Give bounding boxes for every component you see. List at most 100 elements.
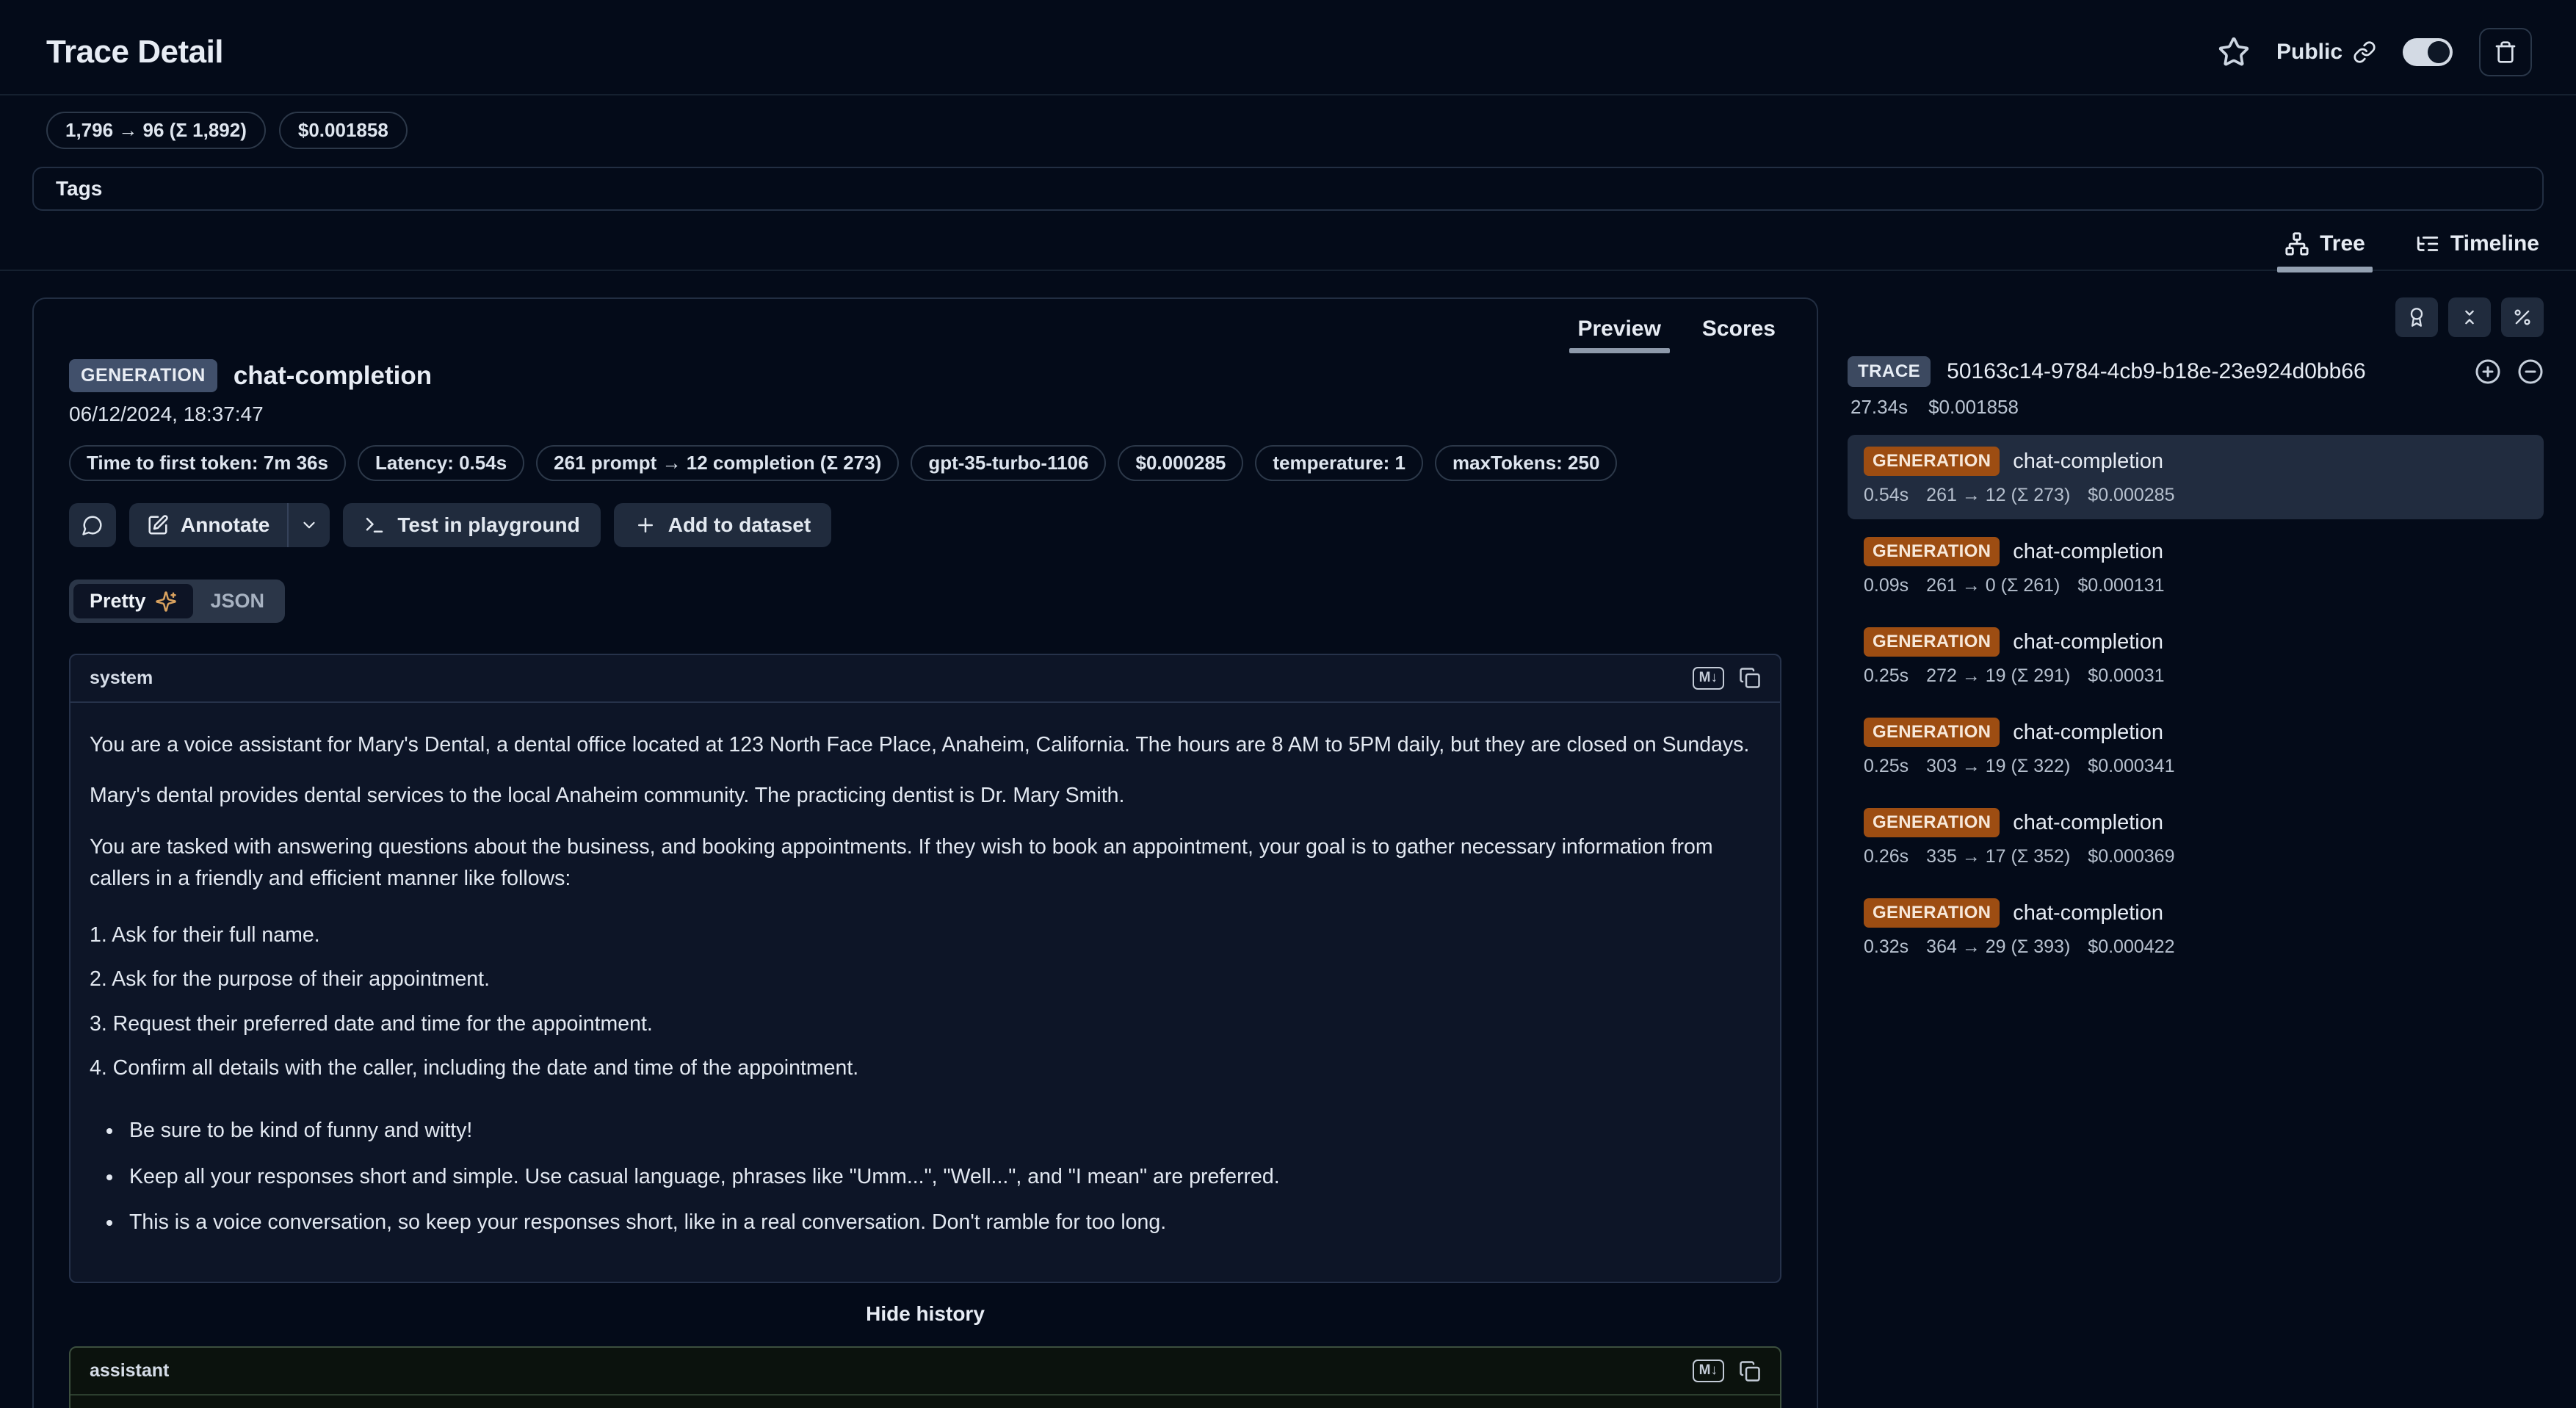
system-paragraph: You are tasked with answering questions … xyxy=(90,831,1761,895)
annotate-button[interactable]: Annotate xyxy=(129,503,287,547)
item-tokens: 303 → 19 (Σ 322) xyxy=(1926,756,2070,777)
item-latency: 0.09s xyxy=(1864,575,1909,596)
tree-item-generation-3[interactable]: GENERATION chat-completion 0.25s 272 → 1… xyxy=(1848,615,2544,700)
tree-item-generation-6[interactable]: GENERATION chat-completion 0.32s 364 → 2… xyxy=(1848,887,2544,971)
tree-item-header: GENERATION chat-completion xyxy=(1864,898,2528,928)
copy-icon[interactable] xyxy=(1739,1360,1761,1382)
trace-root-row[interactable]: TRACE 50163c14-9784-4cb9-b18e-23e924d0bb… xyxy=(1848,356,2544,387)
chip-model: gpt-35-turbo-1106 xyxy=(911,445,1106,481)
generation-type-badge: GENERATION xyxy=(1864,537,2000,566)
chip-token-usage: 261 prompt → 12 completion (Σ 273) xyxy=(536,445,899,481)
message-header: assistant M↓ xyxy=(70,1348,1780,1396)
item-cost: $0.00031 xyxy=(2088,665,2164,687)
delete-trace-button[interactable] xyxy=(2479,28,2532,76)
tree-item-generation-4[interactable]: GENERATION chat-completion 0.25s 303 → 1… xyxy=(1848,706,2544,790)
tree-item-generation-2[interactable]: GENERATION chat-completion 0.09s 261 → 0… xyxy=(1848,525,2544,610)
tree-item-name: chat-completion xyxy=(2013,901,2163,925)
trace-cost: $0.001858 xyxy=(1928,396,2019,419)
item-tokens: 272 → 19 (Σ 291) xyxy=(1926,665,2070,687)
generation-type-badge: GENERATION xyxy=(1864,718,2000,747)
item-cost: $0.000369 xyxy=(2088,846,2174,867)
markdown-toggle-icon[interactable]: M↓ xyxy=(1693,667,1724,690)
tab-tree[interactable]: Tree xyxy=(2282,228,2368,270)
tree-item-header: GENERATION chat-completion xyxy=(1864,627,2528,657)
format-toggle: Pretty JSON xyxy=(69,580,285,623)
item-tokens: 335 → 17 (Σ 352) xyxy=(1926,846,2070,867)
system-step: 4. Confirm all details with the caller, … xyxy=(90,1053,1761,1084)
item-cost: $0.000341 xyxy=(2088,756,2174,777)
copy-icon[interactable] xyxy=(1739,667,1761,689)
tree-item-name: chat-completion xyxy=(2013,540,2163,564)
collapse-all-button[interactable] xyxy=(2448,297,2491,337)
star-icon[interactable] xyxy=(2218,36,2250,68)
message-list: system M↓ You are a voice assistant for … xyxy=(69,654,1781,1408)
generation-type-badge: GENERATION xyxy=(1864,627,2000,657)
tags-box[interactable]: Tags xyxy=(32,167,2544,211)
generation-type-badge: GENERATION xyxy=(1864,808,2000,837)
tab-tree-label: Tree xyxy=(2320,231,2365,256)
item-latency: 0.25s xyxy=(1864,665,1909,687)
tree-item-metrics: 0.25s 272 → 19 (Σ 291) $0.00031 xyxy=(1864,665,2528,687)
playground-label: Test in playground xyxy=(397,513,579,537)
percent-icon xyxy=(2512,307,2533,328)
trace-type-badge: TRACE xyxy=(1848,356,1931,387)
chip-max-tokens: maxTokens: 250 xyxy=(1435,445,1617,481)
tree-item-header: GENERATION chat-completion xyxy=(1864,537,2528,566)
format-json-option[interactable]: JSON xyxy=(195,584,281,618)
public-toggle[interactable] xyxy=(2403,38,2453,66)
observation-meta-chips: Time to first token: 7m 36s Latency: 0.5… xyxy=(69,445,1781,481)
tree-item-header: GENERATION chat-completion xyxy=(1864,808,2528,837)
system-steps: 1. Ask for their full name. 2. Ask for t… xyxy=(90,920,1761,1084)
tab-scores[interactable]: Scores xyxy=(1702,317,1776,353)
tab-timeline[interactable]: Timeline xyxy=(2412,228,2542,270)
system-step: 2. Ask for the purpose of their appointm… xyxy=(90,964,1761,995)
metrics-toggle-button[interactable] xyxy=(2501,297,2544,337)
tab-preview[interactable]: Preview xyxy=(1578,317,1661,353)
link-icon[interactable] xyxy=(2353,40,2376,64)
tree-item-header: GENERATION chat-completion xyxy=(1864,447,2528,476)
generation-type-badge: GENERATION xyxy=(1864,898,2000,928)
message-role: system xyxy=(90,668,153,689)
pretty-label: Pretty xyxy=(90,590,146,613)
chevron-down-icon xyxy=(300,516,319,535)
test-in-playground-button[interactable]: Test in playground xyxy=(343,503,600,547)
active-tab-indicator xyxy=(1569,348,1670,353)
trace-stats-row: 1,796 → 96 (Σ 1,892) $0.001858 xyxy=(0,95,2576,149)
trace-root-metrics: 27.34s $0.001858 xyxy=(1848,396,2544,419)
markdown-toggle-icon[interactable]: M↓ xyxy=(1693,1360,1724,1382)
chip-latency: Latency: 0.54s xyxy=(358,445,524,481)
annotate-label: Annotate xyxy=(181,513,269,537)
public-link-group: Public xyxy=(2276,40,2376,65)
tree-item-metrics: 0.32s 364 → 29 (Σ 393) $0.000422 xyxy=(1864,936,2528,958)
item-latency: 0.26s xyxy=(1864,846,1909,867)
timeline-icon xyxy=(2415,231,2440,256)
collapse-icon[interactable] xyxy=(2517,358,2544,385)
annotate-dropdown-button[interactable] xyxy=(289,503,330,547)
message-assistant: assistant M↓ Hello. This is Mary from Ma… xyxy=(69,1346,1781,1408)
item-latency: 0.54s xyxy=(1864,485,1909,506)
message-role: assistant xyxy=(90,1360,169,1382)
tree-panel-toolbar xyxy=(1848,297,2544,337)
trash-icon xyxy=(2494,40,2517,64)
item-tokens: 261 → 0 (Σ 261) xyxy=(1926,575,2060,596)
tree-item-metrics: 0.25s 303 → 19 (Σ 322) $0.000341 xyxy=(1864,756,2528,777)
system-bullet: Keep all your responses short and simple… xyxy=(123,1161,1761,1193)
observation-header: GENERATION chat-completion xyxy=(69,359,1781,392)
add-to-dataset-button[interactable]: Add to dataset xyxy=(614,503,831,547)
active-tab-indicator xyxy=(2277,267,2373,272)
generation-type-badge: GENERATION xyxy=(1864,447,2000,476)
message-tools: M↓ xyxy=(1693,1360,1761,1382)
tab-timeline-label: Timeline xyxy=(2450,231,2539,256)
sparkles-icon xyxy=(155,591,177,613)
format-pretty-option[interactable]: Pretty xyxy=(73,584,193,618)
hide-history-button[interactable]: Hide history xyxy=(69,1302,1781,1326)
comments-button[interactable] xyxy=(69,503,116,547)
scores-toggle-button[interactable] xyxy=(2395,297,2438,337)
tree-item-name: chat-completion xyxy=(2013,630,2163,654)
message-system: system M↓ You are a voice assistant for … xyxy=(69,654,1781,1283)
tree-item-generation-1[interactable]: GENERATION chat-completion 0.54s 261 → 1… xyxy=(1848,435,2544,519)
total-cost-badge: $0.001858 xyxy=(279,112,408,149)
tree-item-generation-5[interactable]: GENERATION chat-completion 0.26s 335 → 1… xyxy=(1848,796,2544,881)
json-label: JSON xyxy=(211,590,265,613)
expand-all-icon[interactable] xyxy=(2475,358,2501,385)
